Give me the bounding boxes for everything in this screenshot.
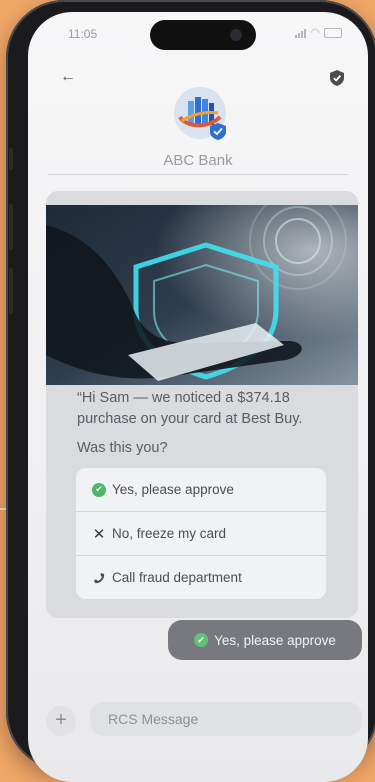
- screen: 11:05 ◠ ← ABC Bank “Hi Sam — we noticed …: [28, 12, 368, 782]
- x-icon: ✕: [92, 525, 106, 543]
- shield-check-icon[interactable]: [330, 70, 344, 86]
- message-text: “Hi Sam — we noticed a $374.18 purchase …: [77, 388, 337, 459]
- header-divider: [48, 174, 348, 175]
- suggested-replies: ✔ Yes, please approve ✕ No, freeze my ca…: [76, 468, 326, 599]
- signal-icon: [295, 28, 307, 38]
- reply-label: Yes, please approve: [214, 632, 336, 648]
- security-shield-hand-image: [46, 205, 358, 385]
- bank-logo: [174, 87, 226, 140]
- option-label: Call fraud department: [112, 570, 242, 585]
- camera-icon: [230, 29, 242, 41]
- dynamic-island: [150, 20, 256, 50]
- add-attachment-button[interactable]: +: [46, 706, 76, 736]
- message-question: Was this you?: [77, 440, 168, 456]
- phone-icon: [92, 571, 106, 585]
- sent-reply-bubble: ✔ Yes, please approve: [168, 620, 362, 660]
- check-circle-icon: ✔: [194, 633, 209, 647]
- back-button[interactable]: ←: [60, 68, 76, 86]
- option-approve[interactable]: ✔ Yes, please approve: [76, 468, 326, 512]
- status-time: 11:05: [68, 27, 98, 41]
- status-icons: ◠: [295, 27, 342, 39]
- plus-icon: +: [55, 709, 67, 731]
- phone-frame: 11:05 ◠ ← ABC Bank “Hi Sam — we noticed …: [6, 0, 375, 782]
- wifi-icon: ◠: [310, 27, 320, 39]
- volume-down-button: [9, 268, 13, 314]
- message-input[interactable]: [90, 702, 362, 736]
- option-label: Yes, please approve: [112, 482, 234, 497]
- verified-badge-icon: [210, 123, 226, 140]
- rich-message-card: “Hi Sam — we noticed a $374.18 purchase …: [46, 191, 358, 618]
- option-call-fraud[interactable]: Call fraud department: [76, 556, 326, 599]
- message-body: “Hi Sam — we noticed a $374.18 purchase …: [77, 390, 303, 427]
- check-circle-icon: ✔: [92, 482, 106, 497]
- brand-name: ABC Bank: [163, 152, 233, 169]
- arrow-left-icon: ←: [60, 68, 76, 85]
- mute-switch: [9, 148, 13, 170]
- option-label: No, freeze my card: [112, 526, 227, 541]
- option-freeze-card[interactable]: ✕ No, freeze my card: [76, 512, 326, 556]
- battery-icon: [324, 28, 342, 38]
- volume-up-button: [9, 204, 13, 250]
